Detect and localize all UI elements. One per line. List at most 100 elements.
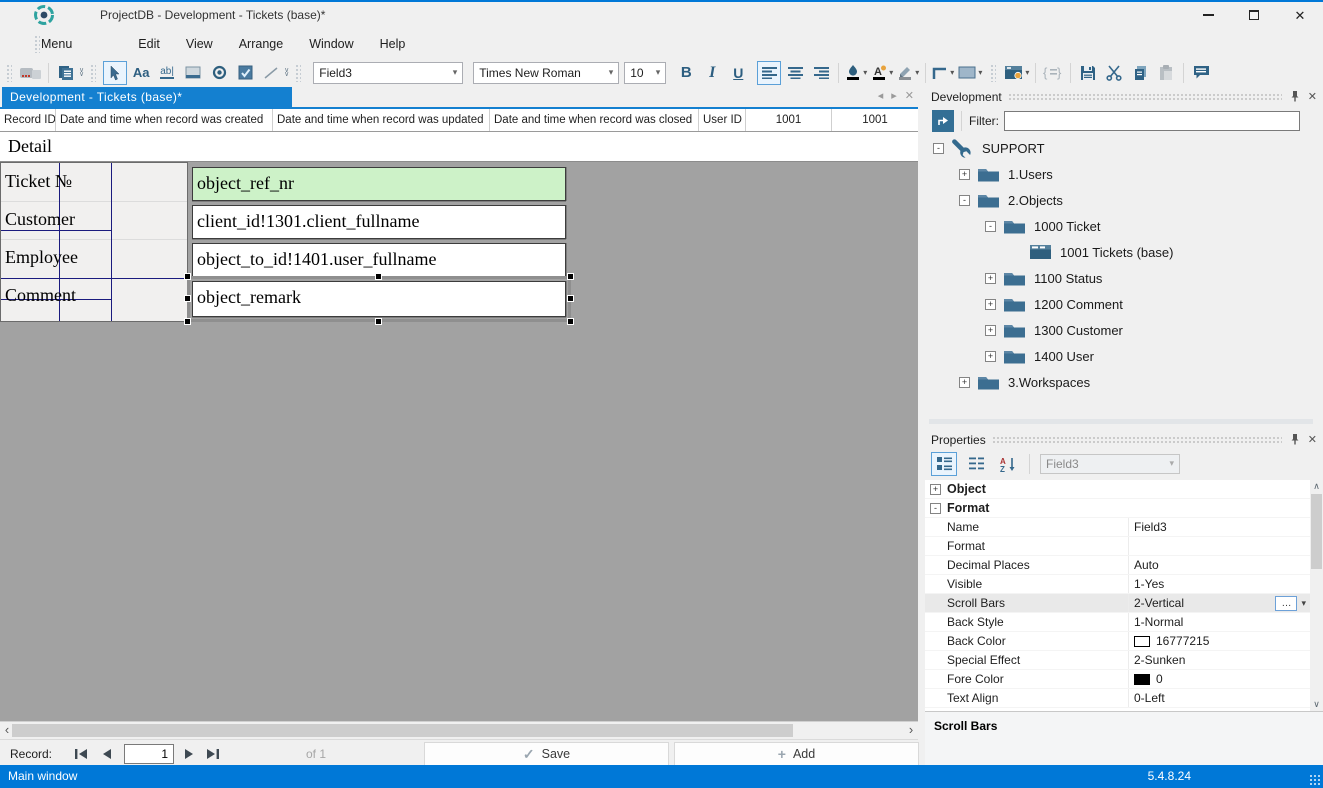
menu-item-view[interactable]: View bbox=[173, 30, 226, 58]
border-style-button[interactable]: ▾ bbox=[931, 61, 955, 85]
button-tool-button[interactable] bbox=[181, 61, 205, 85]
maximize-button[interactable] bbox=[1231, 2, 1277, 28]
design-field-object_remark[interactable]: object_remark bbox=[192, 281, 566, 317]
form-window-button[interactable]: ▾ bbox=[1003, 61, 1030, 85]
resize-handle-tl[interactable] bbox=[184, 273, 191, 280]
align-left-button[interactable] bbox=[757, 61, 781, 85]
scrollbar-thumb[interactable] bbox=[1311, 494, 1322, 569]
italic-button[interactable]: I bbox=[700, 61, 724, 85]
tree-node-1-users[interactable]: +1.Users bbox=[925, 161, 1323, 187]
alphabetical-view-button[interactable] bbox=[963, 452, 989, 476]
design-field-client_id!1301.client_fullname[interactable]: client_id!1301.client_fullname bbox=[192, 205, 566, 239]
record-number-input[interactable] bbox=[124, 744, 174, 764]
font-size-combo[interactable]: 10▾ bbox=[624, 62, 666, 84]
goto-object-button[interactable] bbox=[932, 110, 954, 132]
property-category-object[interactable]: +Object bbox=[925, 480, 1310, 499]
property-row-text-align[interactable]: Text Align0-Left bbox=[925, 689, 1310, 708]
scroll-right-icon[interactable]: › bbox=[904, 722, 918, 739]
tree-horizontal-scrollbar[interactable] bbox=[929, 419, 1313, 424]
tree-node-2-objects[interactable]: -2.Objects bbox=[925, 187, 1323, 213]
tree-node-1400-user[interactable]: +1400 User bbox=[925, 343, 1323, 369]
tree-expander[interactable]: + bbox=[985, 299, 996, 310]
category-expander[interactable]: - bbox=[930, 503, 941, 514]
align-right-button[interactable] bbox=[809, 61, 833, 85]
resize-grip[interactable] bbox=[1309, 774, 1321, 786]
select-tool-button[interactable] bbox=[103, 61, 127, 85]
underline-button[interactable]: U bbox=[726, 61, 750, 85]
object-selector-combo[interactable]: Field3 ▾ bbox=[1040, 454, 1180, 474]
horizontal-scrollbar[interactable]: ‹ › bbox=[0, 721, 918, 739]
textbox-tool-button[interactable]: ab| bbox=[155, 61, 179, 85]
rectangle-tool-button[interactable]: ▾ bbox=[957, 61, 983, 85]
toolbar-overflow-icon[interactable]: ∨∨ bbox=[79, 69, 84, 77]
bold-button[interactable]: B bbox=[674, 61, 698, 85]
scrollbar-thumb[interactable] bbox=[12, 724, 793, 737]
tree-expander[interactable]: - bbox=[959, 195, 970, 206]
copy-button[interactable] bbox=[1128, 61, 1152, 85]
dropdown-arrow-icon[interactable]: ▾ bbox=[1301, 598, 1306, 609]
tree-expander[interactable]: + bbox=[985, 351, 996, 362]
field-list-button[interactable]: {} bbox=[1041, 61, 1065, 85]
paste-button[interactable] bbox=[1154, 61, 1178, 85]
close-panel-icon[interactable]: ✕ bbox=[1308, 435, 1317, 446]
tree-node-1100-status[interactable]: +1100 Status bbox=[925, 265, 1323, 291]
property-row-special-effect[interactable]: Special Effect2-Sunken bbox=[925, 651, 1310, 670]
tab-scroll-left-icon[interactable]: ◂ bbox=[878, 89, 884, 102]
properties-panel-header[interactable]: Properties ✕ bbox=[925, 430, 1323, 450]
design-field-object_ref_nr[interactable]: object_ref_nr bbox=[192, 167, 566, 201]
tree-expander[interactable]: + bbox=[959, 169, 970, 180]
fill-color-button[interactable]: ▾ bbox=[844, 61, 868, 85]
tree-node-support[interactable]: -SUPPORT bbox=[925, 135, 1323, 161]
resize-handle-tr[interactable] bbox=[567, 273, 574, 280]
property-row-back-color[interactable]: Back Color16777215 bbox=[925, 632, 1310, 651]
menu-item-arrange[interactable]: Arrange bbox=[226, 30, 296, 58]
previous-record-button[interactable] bbox=[96, 743, 118, 765]
align-center-button[interactable] bbox=[783, 61, 807, 85]
tab-development-tickets[interactable]: Development - Tickets (base)* bbox=[2, 87, 292, 107]
line-tool-button[interactable] bbox=[259, 61, 283, 85]
tree-expander[interactable]: + bbox=[985, 273, 996, 284]
scroll-down-icon[interactable]: ∨ bbox=[1310, 698, 1323, 711]
toolbar-grip[interactable] bbox=[295, 64, 301, 82]
tab-scroll-right-icon[interactable]: ▸ bbox=[891, 89, 897, 102]
next-record-button[interactable] bbox=[178, 743, 200, 765]
property-row-decimal-places[interactable]: Decimal PlacesAuto bbox=[925, 556, 1310, 575]
first-record-button[interactable] bbox=[70, 743, 92, 765]
resize-handle-ml[interactable] bbox=[184, 295, 191, 302]
property-row-format[interactable]: Format bbox=[925, 537, 1310, 556]
close-panel-icon[interactable]: ✕ bbox=[1308, 92, 1317, 103]
scroll-up-icon[interactable]: ∧ bbox=[1310, 480, 1323, 493]
tree-expander[interactable]: + bbox=[959, 377, 970, 388]
data-source-icon[interactable] bbox=[19, 61, 43, 85]
font-family-combo[interactable]: Times New Roman▾ bbox=[473, 62, 619, 84]
resize-handle-mr[interactable] bbox=[567, 295, 574, 302]
ellipsis-button[interactable]: … bbox=[1275, 596, 1297, 611]
tab-close-icon[interactable]: ✕ bbox=[905, 89, 914, 102]
property-category-format[interactable]: -Format bbox=[925, 499, 1310, 518]
label-tool-button[interactable]: Aa bbox=[129, 61, 153, 85]
tree-expander[interactable]: - bbox=[933, 143, 944, 154]
property-row-back-style[interactable]: Back Style1-Normal bbox=[925, 613, 1310, 632]
tree-node-3-workspaces[interactable]: +3.Workspaces bbox=[925, 369, 1323, 395]
resize-handle-bm[interactable] bbox=[375, 318, 382, 325]
font-color-button[interactable]: A▾ bbox=[870, 61, 894, 85]
property-row-fore-color[interactable]: Fore Color0 bbox=[925, 670, 1310, 689]
filter-input[interactable] bbox=[1004, 111, 1300, 131]
close-button[interactable]: ✕ bbox=[1277, 2, 1323, 28]
save-button[interactable] bbox=[1076, 61, 1100, 85]
toolbar-grip[interactable] bbox=[90, 64, 96, 82]
toolbar-overflow-icon[interactable]: ∨∨ bbox=[284, 69, 289, 77]
highlight-color-button[interactable]: ▾ bbox=[896, 61, 920, 85]
resize-handle-br[interactable] bbox=[567, 318, 574, 325]
radio-tool-button[interactable] bbox=[207, 61, 231, 85]
checkbox-tool-button[interactable] bbox=[233, 61, 257, 85]
resize-handle-bl[interactable] bbox=[184, 318, 191, 325]
property-row-scroll-bars[interactable]: Scroll Bars2-Vertical…▾ bbox=[925, 594, 1310, 613]
detail-band-header[interactable]: Detail bbox=[0, 132, 918, 162]
field-selector-combo[interactable]: Field3▾ bbox=[313, 62, 463, 84]
minimize-button[interactable] bbox=[1185, 2, 1231, 28]
toolbar-grip[interactable] bbox=[990, 64, 996, 82]
label-table[interactable]: Ticket №CustomerEmployeeComment bbox=[0, 162, 188, 322]
menu-item-edit[interactable]: Edit bbox=[125, 30, 173, 58]
category-expander[interactable]: + bbox=[930, 484, 941, 495]
